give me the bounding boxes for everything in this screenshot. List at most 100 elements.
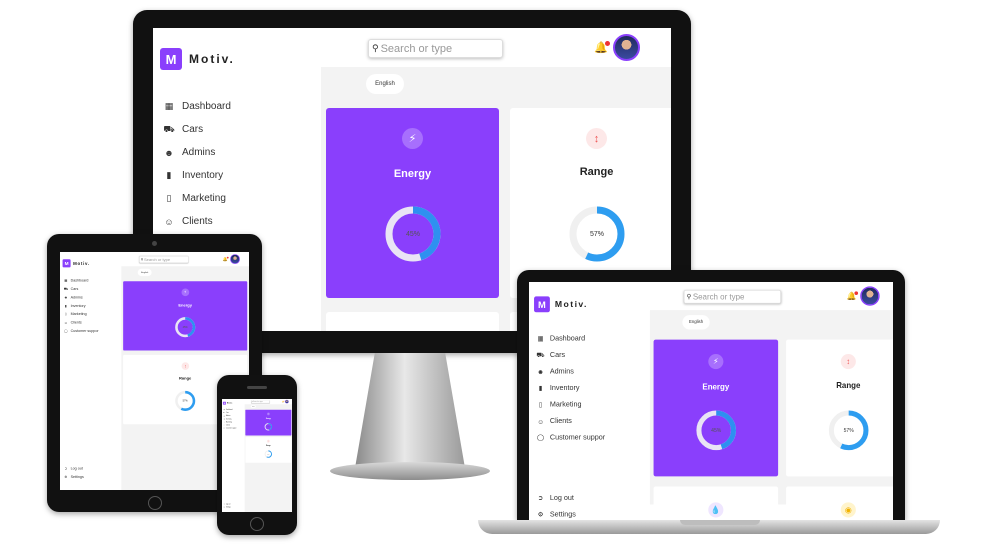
notification-dot xyxy=(854,291,858,295)
logo-icon[interactable]: M xyxy=(534,296,550,313)
sidebar-item-admins[interactable]: ☻ Admins xyxy=(535,363,605,380)
search-input[interactable]: ⚲ Search or type xyxy=(139,256,189,263)
range-value: 57% xyxy=(589,230,604,238)
phone-home-button[interactable] xyxy=(250,517,264,531)
efficiency-card[interactable]: 💧 xyxy=(326,312,499,331)
sidebar-item-label: Admins xyxy=(549,367,574,376)
sidebar-item-customer-suppor[interactable]: ◯ Customer suppor xyxy=(535,430,605,447)
sidebar-item-label: Marketing xyxy=(70,312,87,317)
language-selector[interactable]: English xyxy=(250,405,256,408)
bell-icon[interactable]: 🔔 xyxy=(282,400,285,403)
sidebar-item-inventory[interactable]: ▮ Inventory xyxy=(162,164,231,187)
sidebar-bottom-menu: ➲ Log out ⚙ Settings xyxy=(63,464,83,481)
sidebar-bottom-menu: ➲ Log out ⚙ Settings xyxy=(535,490,576,520)
sidebar-item-label: Cars xyxy=(549,351,566,360)
logo-icon[interactable]: M xyxy=(160,48,182,70)
avatar[interactable] xyxy=(230,254,240,265)
cost-card[interactable]: ◉ xyxy=(786,486,893,520)
sidebar-item-dashboard[interactable]: ▦ Dashboard xyxy=(162,95,231,118)
sidebar-item-log-out[interactable]: ➲ Log out xyxy=(535,490,575,507)
coin-icon: ◉ xyxy=(840,502,856,518)
car-icon: ⛟ xyxy=(223,411,225,414)
bell-icon[interactable]: 🔔 xyxy=(847,291,858,301)
sidebar-menu: ▦ Dashboard ⛟ Cars ☻ Admins ▮ Inventory ▯ Marketi… xyxy=(63,276,99,335)
avatar[interactable] xyxy=(860,286,880,306)
logo-letter: M xyxy=(538,298,546,310)
range-card-title: Range xyxy=(579,166,614,178)
sidebar-item-settings[interactable]: ⚙ Settings xyxy=(223,506,231,509)
settings-icon: ⚙ xyxy=(64,475,68,479)
sidebar-item-inventory[interactable]: ▮ Inventory xyxy=(535,380,605,397)
logo-letter: M xyxy=(223,402,226,405)
sidebar-menu: ▦ Dashboard ⛟ Cars ☻ Admins ▮ Inventory ▯ Marketi… xyxy=(535,330,605,446)
sidebar-item-label: Inventory xyxy=(225,418,232,420)
energy-value: 45% xyxy=(182,325,188,329)
sidebar-item-admins[interactable]: ☻ Admins xyxy=(63,293,98,301)
energy-card-title: Energy xyxy=(393,168,432,180)
avatar[interactable] xyxy=(613,34,640,61)
sidebar: M Motiv. ▦ Dashboard ⛟ Cars ☻ Admins ▮ Inventor… xyxy=(60,252,115,479)
logo-icon[interactable]: M xyxy=(222,401,226,405)
logo-icon[interactable]: M xyxy=(62,259,71,268)
phone: M Motiv. ▦ Dashboard ⛟ Cars ☻ Admins ▮ Inventor… xyxy=(217,375,297,535)
sidebar-item-log-out[interactable]: ➲ Log out xyxy=(63,464,83,472)
sidebar-item-clients[interactable]: ☺ Clients xyxy=(162,210,231,233)
range-card[interactable]: ↕ Range 57% xyxy=(245,437,292,463)
admins-icon: ☻ xyxy=(164,147,174,158)
search-input[interactable]: ⚲ Search or type xyxy=(368,39,503,58)
sidebar-item-label: Log out xyxy=(70,466,83,471)
sidebar-item-clients[interactable]: ☺ Clients xyxy=(535,413,605,430)
language-selector[interactable]: English xyxy=(682,315,710,330)
energy-card[interactable]: ⚡ Energy 45% xyxy=(326,108,499,298)
sidebar-item-settings[interactable]: ⚙ Settings xyxy=(535,506,576,520)
avatar[interactable] xyxy=(284,399,289,404)
sidebar-item-label: Admins xyxy=(182,147,216,158)
sidebar-item-admins[interactable]: ☻ Admins xyxy=(162,141,231,164)
search-input[interactable]: ⚲ Search or type xyxy=(683,289,781,304)
sidebar-item-customer-suppor[interactable]: ◯ Customer suppor xyxy=(223,427,236,430)
range-value: 57% xyxy=(267,453,270,455)
sidebar-item-cars[interactable]: ⛟ Cars xyxy=(162,118,231,141)
range-gauge: 57% xyxy=(567,204,627,264)
language-selector[interactable]: English xyxy=(137,268,152,277)
sidebar-item-dashboard[interactable]: ▦ Dashboard xyxy=(63,276,98,284)
energy-card[interactable]: ⚡ Energy 45% xyxy=(245,409,292,436)
marketing-icon: ▯ xyxy=(223,421,225,423)
range-value: 57% xyxy=(182,399,188,403)
clients-icon: ☺ xyxy=(537,417,544,425)
range-value: 57% xyxy=(843,427,854,433)
energy-gauge: 45% xyxy=(174,316,196,338)
sidebar-item-label: Admins xyxy=(70,295,83,300)
bell-icon[interactable]: 🔔 xyxy=(594,41,610,54)
inventory-icon: ▮ xyxy=(223,418,225,420)
sidebar-item-cars[interactable]: ⛟ Cars xyxy=(535,347,605,364)
main-content: English ⚡ Energy 45% ↕ Range xyxy=(649,310,893,520)
search-placeholder: Search or type xyxy=(143,257,171,262)
search-input[interactable]: ⚲ Search or type xyxy=(251,400,270,404)
bell-icon[interactable]: 🔔 xyxy=(223,256,229,261)
sidebar-item-dashboard[interactable]: ▦ Dashboard xyxy=(535,330,605,347)
efficiency-card[interactable]: 💧 xyxy=(653,486,779,520)
settings-icon: ⚙ xyxy=(537,510,544,518)
sidebar-item-clients[interactable]: ☺ Clients xyxy=(63,318,98,326)
sidebar-item-cars[interactable]: ⛟ Cars xyxy=(63,285,98,293)
sidebar-item-settings[interactable]: ⚙ Settings xyxy=(63,473,83,481)
search-placeholder: Search or type xyxy=(380,42,453,55)
support-icon: ◯ xyxy=(536,433,545,442)
sidebar-item-label: Marketing xyxy=(225,421,232,423)
sidebar-item-customer-suppor[interactable]: ◯ Customer suppor xyxy=(63,327,99,335)
sidebar-item-marketing[interactable]: ▯ Marketing xyxy=(535,396,605,413)
sidebar-item-marketing[interactable]: ▯ Marketing xyxy=(63,310,98,318)
sidebar-item-marketing[interactable]: ▯ Marketing xyxy=(162,187,231,210)
laptop-screen: M Motiv. ▦ Dashboard ⛟ Cars ☻ Admins ▮ Inventor… xyxy=(529,282,893,520)
main-content: English ⚡ Energy 45% ↕ Range xyxy=(244,404,292,512)
dashboard-icon: ▦ xyxy=(64,278,68,283)
sidebar-item-inventory[interactable]: ▮ Inventory xyxy=(63,302,98,310)
tablet-home-button[interactable] xyxy=(148,496,162,510)
energy-value: 45% xyxy=(711,427,722,433)
range-card[interactable]: ↕ Range 57% xyxy=(786,339,893,477)
energy-card[interactable]: ⚡ Energy 45% xyxy=(123,281,248,351)
language-selector[interactable]: English xyxy=(366,74,404,94)
energy-gauge: 45% xyxy=(383,204,443,264)
energy-card[interactable]: ⚡ Energy 45% xyxy=(653,339,779,477)
